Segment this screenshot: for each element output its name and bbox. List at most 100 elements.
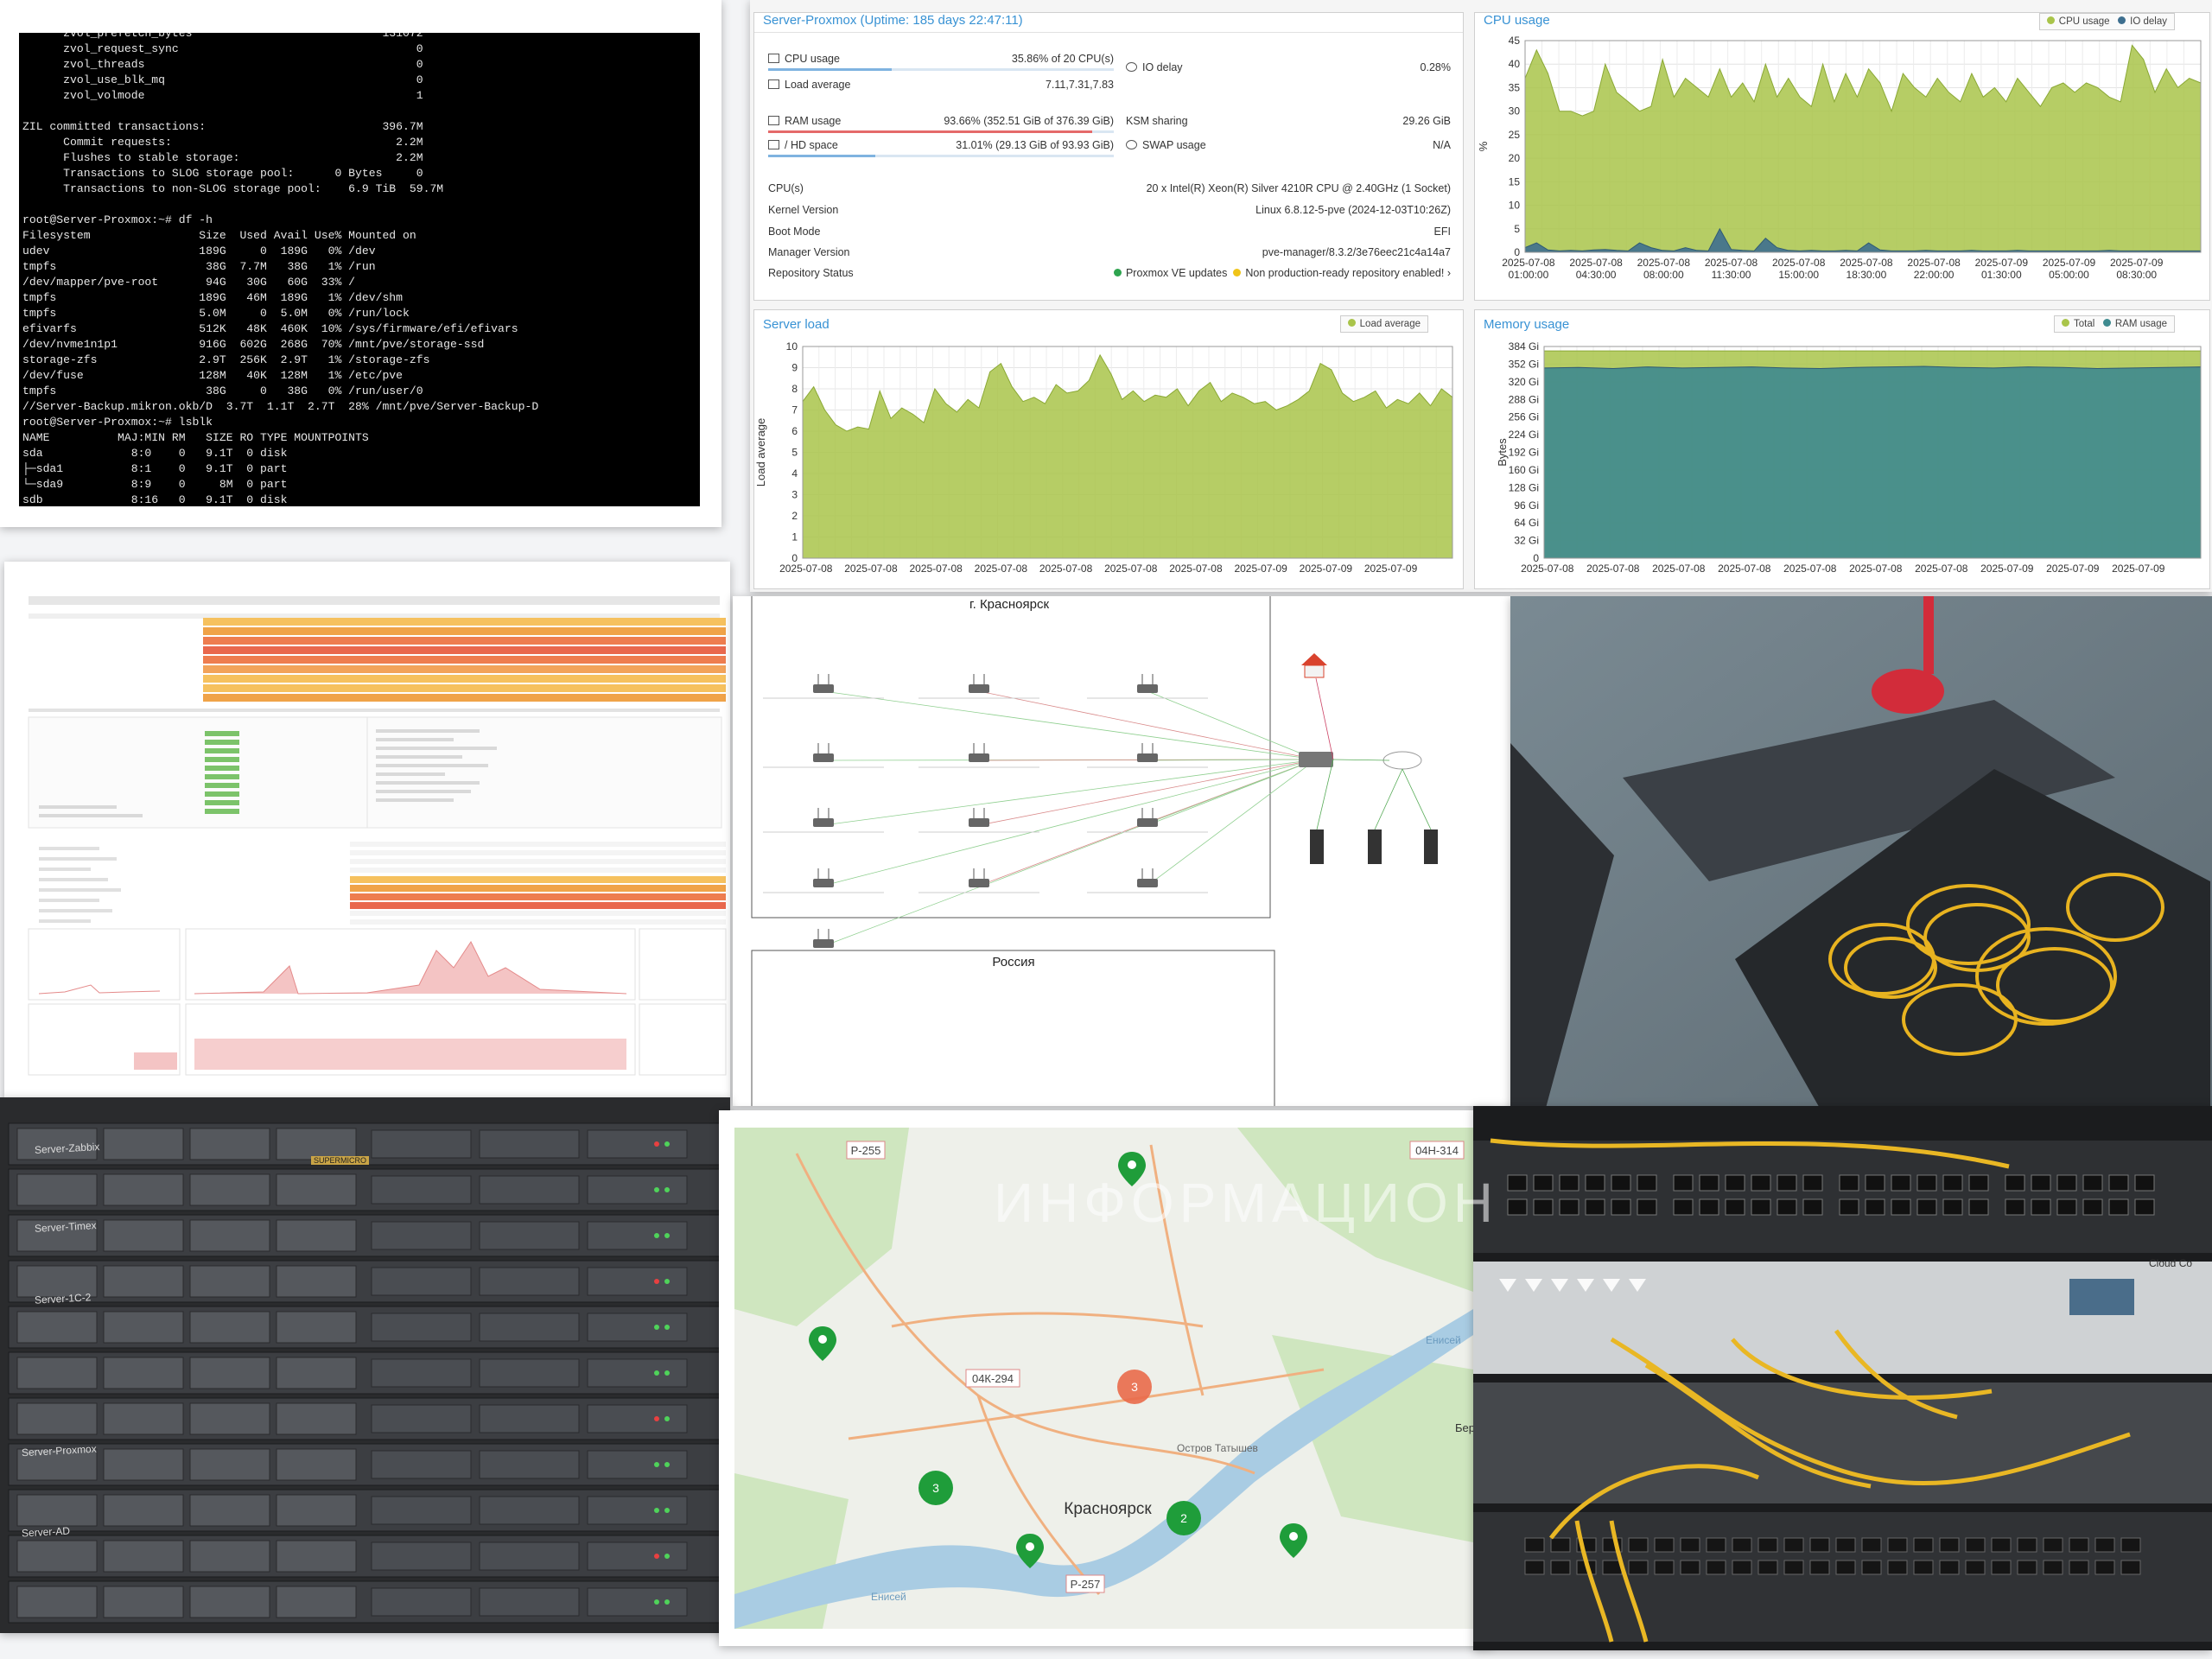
- boot-mode-row: Boot Mode EFI: [768, 226, 1451, 238]
- switch-port: [1991, 1537, 2012, 1553]
- switch-port: [1939, 1537, 1960, 1553]
- x-tick-label: 2025-07-09: [1975, 257, 2029, 269]
- cluster-red[interactable]: 3: [1117, 1370, 1152, 1404]
- x-tick-label: 2025-07-08: [1907, 257, 1961, 269]
- x-tick-label: 2025-07-09: [2110, 257, 2164, 269]
- y-tick-label: 8: [791, 383, 798, 395]
- check-icon: [1113, 269, 1122, 276]
- y-tick-label: 256 Gi: [1509, 411, 1539, 423]
- x-tick-label: 18:30:00: [1847, 269, 1887, 281]
- cpu-chart-legend[interactable]: CPU usage IO delay: [2038, 13, 2175, 30]
- chevron-right-icon[interactable]: ›: [1447, 267, 1451, 279]
- memory-usage-panel: Memory usage Total RAM usage 0 32 Gi 64 Gi…: [1474, 309, 2210, 589]
- road-sign-3: 04К-294: [972, 1372, 1014, 1385]
- x-tick-label: 2025-07-08: [1915, 563, 1968, 575]
- cpu-usage-panel: CPU usage CPU usage IO delay 0 5 10 15 20 25 3…: [1474, 12, 2210, 301]
- y-tick-label: 3: [791, 489, 798, 501]
- switch-port: [1777, 1198, 1797, 1216]
- cpu-usage-bar: [768, 68, 1114, 71]
- switch-port: [1637, 1174, 1657, 1192]
- series-area-1[interactable]: [1543, 365, 2202, 559]
- switch-port: [1732, 1537, 1752, 1553]
- switch-port: [1751, 1174, 1771, 1192]
- supermicro-badge: SUPERMICRO: [311, 1156, 370, 1165]
- x-tick-label: 01:00:00: [1509, 269, 1549, 281]
- monitoring-dashboard-thumbnail: [28, 596, 727, 1076]
- y-axis-label: Load average: [754, 418, 767, 487]
- city-name: Красноярск: [1064, 1500, 1152, 1518]
- switch-port: [1887, 1560, 1908, 1575]
- y-tick-label: 20: [1509, 152, 1521, 164]
- x-tick-label: 2025-07-08: [1637, 257, 1691, 269]
- x-tick-label: 2025-07-08: [1840, 257, 1893, 269]
- switch-port: [1751, 1198, 1771, 1216]
- terminal-window: zvol_prefetch_bytes 131072 zvol_request_…: [19, 33, 700, 506]
- core-switch[interactable]: [1299, 752, 1333, 767]
- home-icon: [1301, 653, 1327, 678]
- load-chart-title: Server load: [763, 317, 830, 332]
- road-sign-2: 04Н-314: [1415, 1144, 1459, 1157]
- x-tick-label: 15:00:00: [1778, 269, 1819, 281]
- edge-label: Бер: [1455, 1421, 1475, 1434]
- switch-port: [2005, 1198, 2025, 1216]
- switch-port: [1783, 1560, 1804, 1575]
- cpu-icon: [768, 54, 779, 63]
- server-nodes[interactable]: [1310, 830, 1438, 864]
- y-tick-label: 384 Gi: [1509, 340, 1539, 353]
- server-chassis: [8, 1580, 722, 1624]
- switch-port: [2120, 1560, 2141, 1575]
- cpu-usage-row: CPU usage 35.86% of 20 CPU(s): [768, 53, 1114, 67]
- ram-usage-row: RAM usage 93.66% (352.51 GiB of 376.39 G…: [768, 115, 1114, 129]
- switch-port: [1559, 1198, 1580, 1216]
- x-tick-label: 2025-07-08: [975, 563, 1028, 575]
- switch-port: [2043, 1537, 2063, 1553]
- problem-rows: [203, 618, 726, 702]
- x-tick-label: 05:00:00: [2049, 269, 2089, 281]
- y-tick-label: 15: [1509, 175, 1521, 188]
- server-label-5: Server-AD: [21, 1524, 71, 1540]
- status-title: Server-Proxmox (Uptime: 185 days 22:47:1…: [763, 13, 1023, 28]
- y-tick-label: 128 Gi: [1509, 481, 1539, 493]
- switch-port: [1916, 1174, 1937, 1192]
- manager-version-row: Manager Version pve-manager/8.3.2/3e76ee…: [768, 246, 1451, 258]
- access-point-node[interactable]: [763, 929, 884, 954]
- y-axis-label: %: [1477, 141, 1490, 151]
- x-tick-label: 2025-07-08: [1783, 563, 1837, 575]
- y-tick-label: 320 Gi: [1509, 376, 1539, 388]
- switch-port: [1891, 1198, 1911, 1216]
- y-tick-label: 40: [1509, 58, 1521, 70]
- proxmox-dashboard: Server-Proxmox (Uptime: 185 days 22:47:1…: [750, 0, 2212, 592]
- clock-icon: [1126, 62, 1137, 72]
- x-tick-label: 08:00:00: [1643, 269, 1684, 281]
- cluster-green-2[interactable]: 2: [1166, 1501, 1201, 1535]
- y-tick-label: 10: [786, 340, 798, 353]
- rack-brand-label: Cloud Co: [2149, 1257, 2193, 1269]
- switch-port: [2056, 1198, 2077, 1216]
- refresh-icon: [1126, 140, 1137, 149]
- switch-port: [1637, 1198, 1657, 1216]
- y-tick-label: 4: [791, 467, 798, 480]
- server-chassis: [8, 1214, 722, 1257]
- switch-port: [1835, 1537, 1856, 1553]
- x-tick-label: 2025-07-09: [2043, 257, 2096, 269]
- switch-port: [1809, 1537, 1830, 1553]
- switch-port: [1654, 1537, 1675, 1553]
- y-tick-label: 7: [791, 404, 798, 416]
- switch-port: [1758, 1560, 1778, 1575]
- mem-chart-legend[interactable]: Total RAM usage: [2054, 315, 2175, 333]
- cluster-green-1[interactable]: 3: [918, 1471, 953, 1505]
- switch-port: [1673, 1174, 1694, 1192]
- switch-port: [1777, 1174, 1797, 1192]
- server-icon: [768, 79, 779, 89]
- switch-port: [1611, 1198, 1631, 1216]
- switch-port: [2120, 1537, 2141, 1553]
- network-topology-screenshot: г. Красноярск Россия: [733, 596, 1510, 1106]
- y-tick-label: 352 Gi: [1509, 358, 1539, 370]
- watermark: ИНФОРМАЦИОН: [994, 1172, 1498, 1234]
- switch-port: [1533, 1174, 1554, 1192]
- load-chart-legend[interactable]: Load average: [1339, 315, 1428, 333]
- x-tick-label: 2025-07-08: [1718, 563, 1771, 575]
- y-tick-label: 96 Gi: [1514, 499, 1539, 512]
- server-chassis: [8, 1168, 722, 1211]
- server-rack-photo: [0, 1097, 730, 1633]
